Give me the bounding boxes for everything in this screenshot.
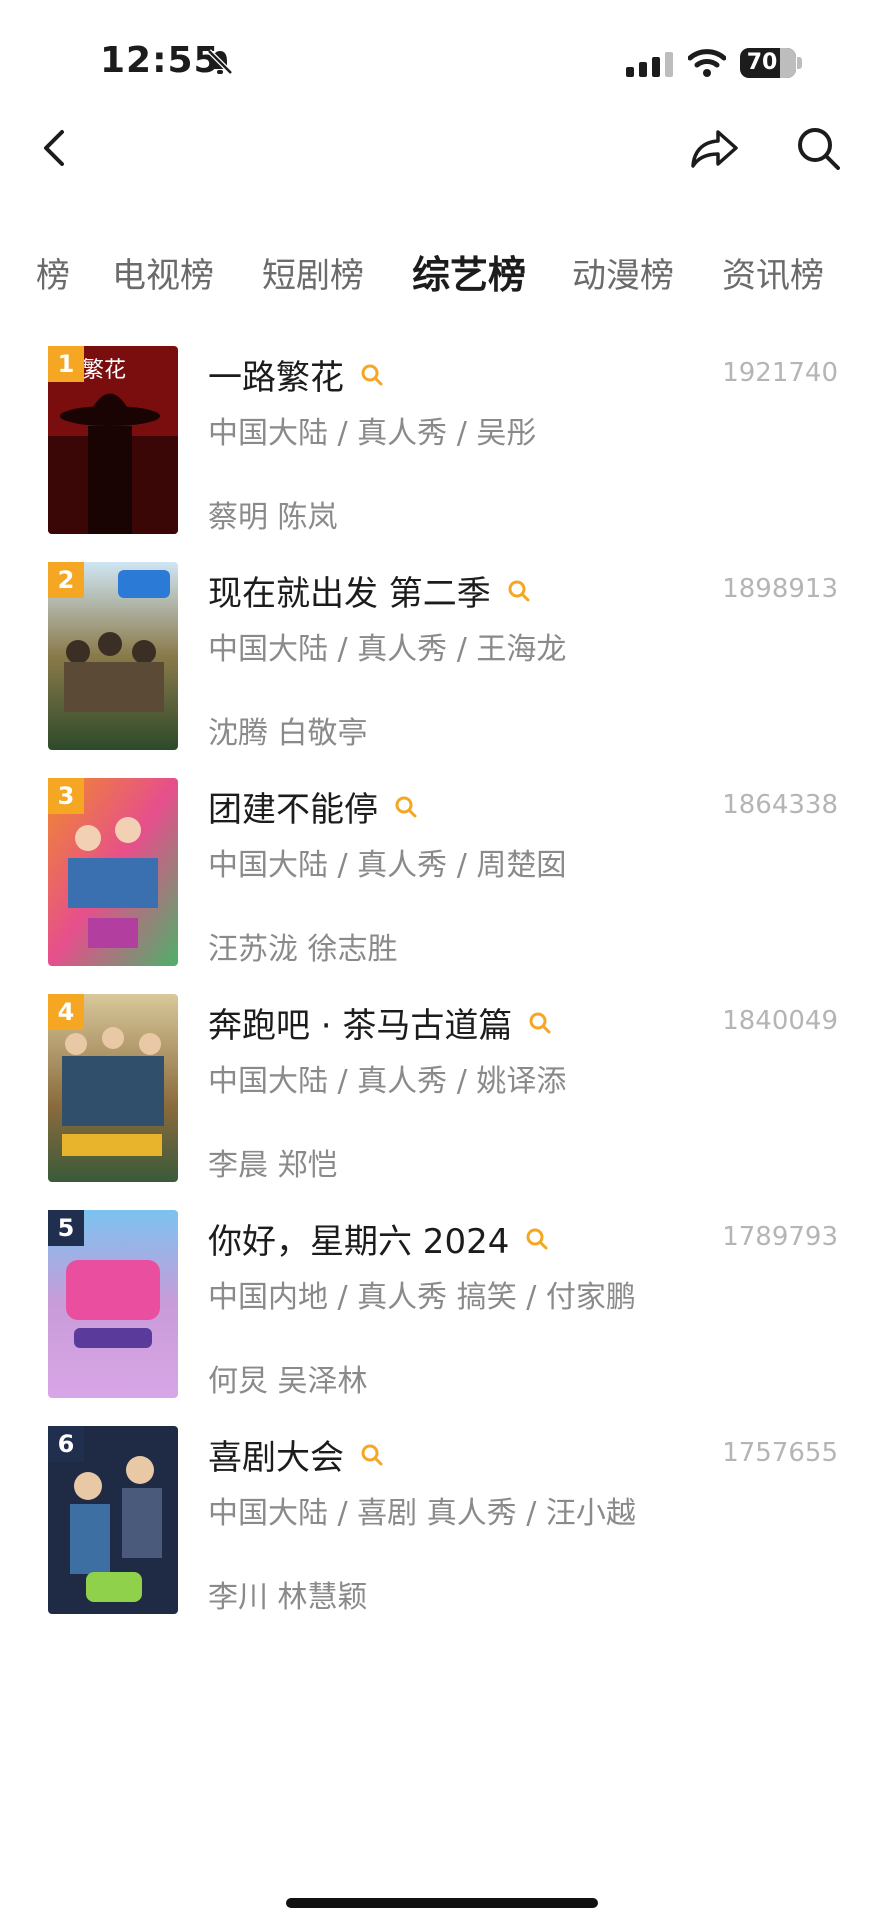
show-title[interactable]: 喜剧大会 [208,1430,344,1479]
show-cast: 李晨 郑恺 [208,1148,338,1183]
home-indicator[interactable] [286,1898,598,1908]
rank-badge: 1 [48,346,84,382]
show-cast: 蔡明 陈岚 [208,500,338,535]
search-icon[interactable] [394,795,418,819]
show-title[interactable]: 团建不能停 [208,782,378,831]
battery-icon: 70 [740,48,802,78]
list-item[interactable]: 路繁花 1 一路繁花 中国大陆 / 真人秀 / 吴彤 蔡明 陈岚 1921740 [0,336,884,536]
list-item[interactable]: 2 现在就出发 第二季 中国大陆 / 真人秀 / 王海龙 沈腾 白敬亭 1898… [0,552,884,752]
show-meta: 中国内地 / 真人秀 搞笑 / 付家鹏 [208,1280,636,1315]
rank-badge: 4 [48,994,84,1030]
search-icon[interactable] [525,1227,549,1251]
search-icon[interactable] [360,1443,384,1467]
top-nav-bar [0,110,884,190]
title-row: 团建不能停 [208,782,418,831]
tab-tv[interactable]: 电视榜 [112,248,214,297]
show-meta: 中国大陆 / 真人秀 / 王海龙 [208,632,567,667]
wifi-icon [688,49,726,77]
rank-badge: 6 [48,1426,84,1462]
show-cast: 何炅 吴泽林 [208,1364,368,1399]
show-title[interactable]: 一路繁花 [208,350,344,399]
tab-short-drama[interactable]: 短剧榜 [262,248,364,297]
title-row: 奔跑吧 · 茶马古道篇 [208,998,552,1047]
status-time: 12:55 [100,40,220,81]
show-cast: 李川 林慧颖 [208,1580,368,1615]
tab-partial[interactable]: 榜 [36,248,70,297]
search-icon[interactable] [360,363,384,387]
category-tabs: 榜 电视榜 短剧榜 综艺榜 动漫榜 资讯榜 [0,236,884,308]
search-icon[interactable] [507,579,531,603]
show-title[interactable]: 你好，星期六 2024 [208,1214,509,1263]
title-row: 一路繁花 [208,350,384,399]
rank-badge: 2 [48,562,84,598]
show-title[interactable]: 奔跑吧 · 茶马古道篇 [208,998,512,1047]
heat-score: 1757655 [722,1438,838,1468]
title-row: 你好，星期六 2024 [208,1214,549,1263]
battery-level: 70 [746,50,778,75]
show-meta: 中国大陆 / 真人秀 / 周楚囡 [208,848,567,883]
title-row: 现在就出发 第二季 [208,566,531,615]
chevron-left-icon[interactable] [36,124,76,172]
show-meta: 中国大陆 / 真人秀 / 姚译添 [208,1064,567,1099]
list-item[interactable]: 4 奔跑吧 · 茶马古道篇 中国大陆 / 真人秀 / 姚译添 李晨 郑恺 184… [0,984,884,1184]
bell-muted-icon [207,49,233,75]
search-icon[interactable] [528,1011,552,1035]
heat-score: 1840049 [722,1006,838,1036]
show-cast: 汪苏泷 徐志胜 [208,932,398,967]
show-title[interactable]: 现在就出发 第二季 [208,566,491,615]
cellular-signal-icon [626,52,673,77]
list-item[interactable]: 6 喜剧大会 中国大陆 / 喜剧 真人秀 / 汪小越 李川 林慧颖 175765… [0,1416,884,1616]
rank-badge: 5 [48,1210,84,1246]
list-item[interactable]: 3 团建不能停 中国大陆 / 真人秀 / 周楚囡 汪苏泷 徐志胜 1864338 [0,768,884,968]
tab-variety[interactable]: 综艺榜 [412,244,526,299]
show-meta: 中国大陆 / 喜剧 真人秀 / 汪小越 [208,1496,636,1531]
search-icon[interactable] [794,124,844,174]
show-meta: 中国大陆 / 真人秀 / 吴彤 [208,416,537,451]
title-row: 喜剧大会 [208,1430,384,1479]
heat-score: 1789793 [722,1222,838,1252]
share-arrow-icon[interactable] [688,124,742,172]
list-item[interactable]: 5 你好，星期六 2024 中国内地 / 真人秀 搞笑 / 付家鹏 何炅 吴泽林… [0,1200,884,1400]
heat-score: 1864338 [722,790,838,820]
rank-badge: 3 [48,778,84,814]
heat-score: 1921740 [722,358,838,388]
tab-news[interactable]: 资讯榜 [722,248,824,297]
heat-score: 1898913 [722,574,838,604]
tab-anime[interactable]: 动漫榜 [572,248,674,297]
show-cast: 沈腾 白敬亭 [208,716,368,751]
